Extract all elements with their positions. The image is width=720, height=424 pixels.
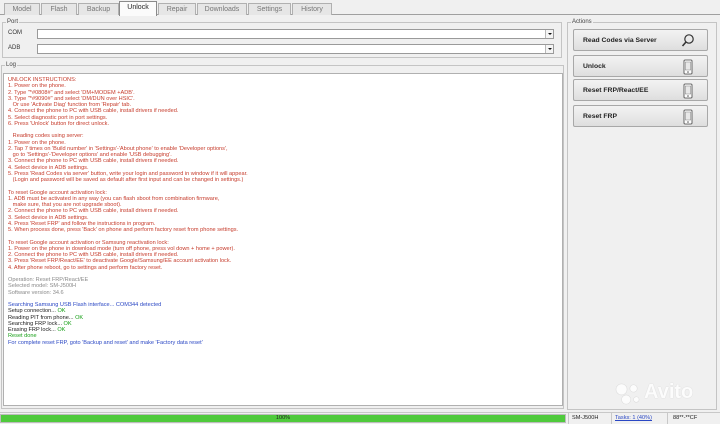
status-tasks-cell: Tasks: 1 (40%) (611, 413, 666, 424)
log-line-text: 1. ADB must be activated in any way (you… (8, 195, 220, 202)
log-line-text: 3. Connect the phone to PC with USB cabl… (8, 158, 179, 165)
log-line-text: 3. Select device in ADB settings. (8, 214, 89, 221)
log-line-status: OK (57, 308, 66, 315)
log-group-title: Log (5, 61, 18, 69)
log-line-text: 3. Type "*#9090#" and select 'DM/DUN ove… (8, 95, 135, 102)
log-line-text: 5. Select diagnostic port in port settin… (8, 114, 108, 121)
log-line-status: OK (57, 327, 66, 333)
status-tasks[interactable]: Tasks: 1 (40%) (612, 415, 652, 421)
log-line: For complete reset FRP, goto 'Backup and… (8, 340, 558, 346)
log-line-text: Setup connection... (8, 308, 58, 315)
reset-frp-react-ee-button[interactable]: Reset FRP/React/EE (573, 79, 708, 101)
log-line-text: Selected model: SM-J500H (8, 283, 77, 290)
status-bar: 100% SM-J500H Tasks: 1 (40%) 88**-**CF (0, 412, 720, 424)
com-label: COM (8, 30, 22, 36)
avito-watermark: Avito (614, 380, 710, 406)
log-line-text: UNLOCK INSTRUCTIONS: (8, 77, 77, 83)
avito-watermark-text: Avito (644, 381, 694, 403)
log-line-text: 3. Press 'Reset FRP/React/EE' to deactiv… (8, 258, 232, 265)
phone-icon (683, 59, 693, 75)
chevron-down-icon[interactable] (545, 45, 553, 53)
log-line-text: Searching Samsung USB Flash interface... (8, 302, 116, 308)
phone-icon (683, 109, 693, 125)
tab-flash[interactable]: Flash (41, 3, 77, 15)
log-line-text: Searching FRP lock... (8, 320, 64, 327)
log-line-text: For complete reset FRP, goto 'Backup and… (8, 339, 203, 346)
progress-text: 100% (275, 415, 291, 421)
status-extra-cell: 88**-**CF (667, 413, 720, 424)
log-line-text: Software version: 34.6 (8, 289, 64, 296)
com-port-select[interactable] (37, 29, 554, 39)
reset-frp-button[interactable]: Reset FRP (573, 105, 708, 127)
log-line-text: 4. Select device in ADB settings. (8, 164, 89, 171)
unlock-label: Unlock (583, 63, 606, 70)
tab-settings[interactable]: Settings (248, 3, 291, 15)
tab-unlock[interactable]: Unlock (119, 1, 157, 16)
tab-repair[interactable]: Repair (158, 3, 196, 15)
log-line-text: Erasing FRP lock... (8, 327, 58, 333)
read-codes-server-label: Read Codes via Server (583, 37, 657, 44)
log-line-text: 1. Power on the phone in download mode (… (8, 245, 235, 252)
log-line-text: 5. Press 'Read Codes via server' button,… (8, 170, 248, 177)
log-line-text: 2. Type "*#0808#" and select 'DM+MODEM +… (8, 89, 135, 96)
progress-bar: 100% (0, 414, 566, 423)
log-line-text: 1. Power on the phone. (8, 83, 66, 90)
read-codes-server-button[interactable]: Read Codes via Server (573, 29, 708, 51)
tab-bar: Model Flash Backup Unlock Repair Downloa… (0, 0, 720, 16)
log-line-text: make sure, that you are not upgrade sboo… (8, 202, 122, 208)
tab-downloads[interactable]: Downloads (197, 3, 247, 15)
log-line-text: To reset Google account activation or Sa… (8, 239, 169, 246)
log-line-text: Operation: Reset FRP/React/EE (8, 277, 89, 283)
tab-model[interactable]: Model (4, 3, 40, 15)
log-line-text: 1. Power on the phone. (8, 139, 66, 146)
phone-icon (683, 83, 693, 99)
log-line-text: 4. Connect the phone to PC with USB cabl… (8, 108, 179, 115)
status-extra: 88**-**CF (673, 415, 698, 421)
reset-frp-label: Reset FRP (583, 113, 617, 120)
log-line-status: OK (63, 320, 72, 327)
log-line-status: COM344 detected (115, 302, 162, 308)
chevron-down-icon[interactable] (545, 30, 553, 38)
log-line-text: To reset Google account activation lock: (8, 189, 107, 196)
log-line-text: 5. When process done, press 'Back' on ph… (8, 227, 239, 233)
tab-history[interactable]: History (292, 3, 332, 15)
adb-device-select[interactable] (37, 44, 554, 54)
log-line-text: go to 'Settings'-'Developer options' and… (8, 152, 172, 158)
log-line-text: Reading codes using server: (8, 133, 84, 140)
reset-frp-react-ee-label: Reset FRP/React/EE (583, 87, 649, 94)
log-line-text: Reset done (8, 333, 37, 340)
status-model-cell: SM-J500H (568, 413, 610, 424)
log-line-text: 4. After phone reboot, go to settings an… (8, 264, 163, 271)
log-line-status: OK (75, 314, 84, 321)
log-line-text: Or use 'Activate Diag' function from 'Re… (8, 102, 132, 108)
magnifier-icon (681, 34, 694, 47)
log-line-text: 2. Tap 7 times on 'Build number' in 'Set… (8, 145, 228, 152)
log-line-text: 4. Press 'Reset FRP' and follow the inst… (8, 220, 156, 227)
avito-logo-icon (615, 383, 640, 405)
unlock-button[interactable]: Unlock (573, 55, 708, 77)
port-group-title: Port (6, 18, 20, 26)
log-line-text: 6. Press 'Unlock' button for direct unlo… (8, 120, 110, 127)
log-line-text: (Login and password will be saved as def… (8, 177, 244, 183)
tab-backup[interactable]: Backup (78, 3, 119, 15)
status-model: SM-J500H (572, 415, 599, 421)
log-panel[interactable]: UNLOCK INSTRUCTIONS: 1. Power on the phon… (3, 73, 563, 406)
log-line-text: Reading PIT from phone... (8, 314, 76, 321)
actions-group-title: Actions (571, 18, 593, 26)
log-line-text: 2. Connect the phone to PC with USB cabl… (8, 208, 179, 215)
log-line-text: 2. Connect the phone to PC with USB cabl… (8, 252, 179, 258)
adb-label: ADB (8, 45, 21, 51)
